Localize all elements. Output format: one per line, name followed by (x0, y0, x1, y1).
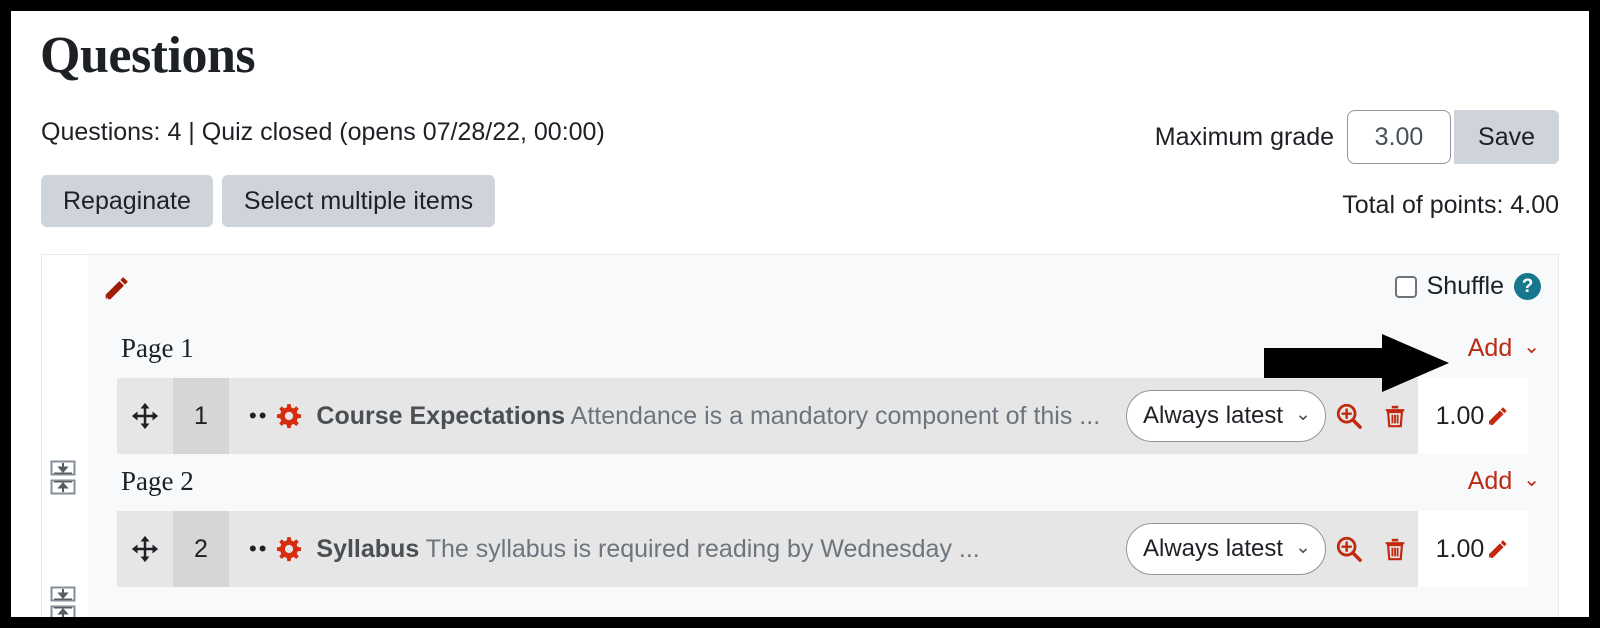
row-actions: Always latest ⌄ 1.00 (1126, 378, 1528, 454)
help-icon[interactable]: ? (1514, 273, 1541, 300)
delete-question-icon[interactable] (1372, 403, 1418, 429)
page-header-row: Page 2 Add ⌄ (88, 454, 1558, 511)
shuffle-checkbox[interactable] (1394, 275, 1417, 298)
select-multiple-items-button[interactable]: Select multiple items (221, 175, 496, 227)
question-mark-value: 1.00 (1435, 534, 1485, 563)
question-version-value: Always latest (1143, 402, 1284, 429)
chevron-down-icon: ⌄ (1523, 468, 1540, 491)
move-question-down-icon[interactable] (50, 460, 76, 476)
page-header-row: Page 1 Add ⌄ (88, 321, 1558, 378)
page-break-gutter (42, 255, 88, 617)
quiz-meta-line: Questions: 4 | Quiz closed (opens 07/28/… (41, 118, 605, 146)
page-label: Page 2 (121, 466, 194, 496)
move-question-up-icon[interactable] (50, 605, 76, 617)
quiz-edit-page: Questions Questions: 4 | Quiz closed (op… (11, 11, 1589, 617)
question-summary[interactable]: Syllabus The syllabus is required readin… (316, 535, 1126, 564)
chevron-down-icon: ⌄ (1295, 403, 1311, 425)
question-mark-value: 1.00 (1435, 401, 1485, 430)
preview-question-icon[interactable] (1326, 535, 1372, 563)
move-question-down-icon[interactable] (50, 586, 76, 602)
page-title: Questions (40, 27, 256, 84)
preview-question-icon[interactable] (1326, 402, 1372, 430)
maximum-grade-label: Maximum grade (1154, 122, 1335, 151)
question-type-dots-icon: •• (249, 403, 269, 428)
question-settings-gear-icon[interactable] (276, 403, 302, 429)
maximum-grade-input[interactable] (1347, 110, 1452, 164)
drag-move-icon[interactable] (117, 534, 173, 564)
question-type-dots-icon: •• (249, 536, 269, 561)
table-row: 2 •• Syllabus The syllabus is required r… (117, 511, 1528, 587)
add-question-menu[interactable]: Add ⌄ (1468, 467, 1540, 496)
question-version-select[interactable]: Always latest ⌄ (1126, 390, 1326, 442)
edit-pencil-icon[interactable] (102, 273, 132, 303)
question-preview-text: Attendance is a mandatory component of t… (570, 401, 1101, 430)
shuffle-label: Shuffle (1426, 272, 1504, 300)
row-actions: Always latest ⌄ 1.00 (1126, 511, 1528, 587)
maximum-grade-group: Maximum grade Save (1155, 110, 1559, 164)
delete-question-icon[interactable] (1372, 536, 1418, 562)
add-question-menu[interactable]: Add ⌄ (1468, 334, 1540, 363)
question-mark-field[interactable]: 1.00 (1418, 511, 1528, 587)
question-mark-field[interactable]: 1.00 (1418, 378, 1528, 454)
question-preview-text: The syllabus is required reading by Wedn… (425, 534, 980, 563)
chevron-down-icon: ⌄ (1523, 335, 1540, 358)
shuffle-control: Shuffle ? (1394, 272, 1541, 301)
drag-move-icon[interactable] (117, 401, 173, 431)
total-points-label: Total of points: 4.00 (1342, 191, 1559, 219)
move-question-up-icon[interactable] (50, 479, 76, 495)
question-settings-gear-icon[interactable] (276, 536, 302, 562)
question-number: 2 (173, 511, 229, 587)
repaginate-button[interactable]: Repaginate (41, 175, 213, 227)
question-summary[interactable]: Course Expectations Attendance is a mand… (316, 402, 1126, 431)
question-number: 1 (173, 378, 229, 454)
save-button[interactable]: Save (1454, 110, 1559, 164)
edit-mark-pencil-icon (1489, 540, 1508, 558)
panel-header: Shuffle ? (88, 255, 1558, 321)
chevron-down-icon: ⌄ (1295, 536, 1311, 558)
edit-mark-pencil-icon (1489, 407, 1508, 425)
add-link-label: Add (1467, 334, 1513, 362)
question-version-select[interactable]: Always latest ⌄ (1126, 523, 1326, 575)
question-name: Course Expectations (316, 401, 566, 430)
table-row: 1 •• Course Expectations Attendance is a… (117, 378, 1528, 454)
question-name: Syllabus (316, 534, 420, 563)
question-version-value: Always latest (1143, 535, 1284, 562)
add-link-label: Add (1467, 467, 1513, 495)
toolbar: Repaginate Select multiple items (41, 175, 496, 227)
question-list-panel: Shuffle ? Page 1 Add ⌄ 1 •• Course Expec… (41, 254, 1559, 617)
page-label: Page 1 (121, 333, 194, 363)
